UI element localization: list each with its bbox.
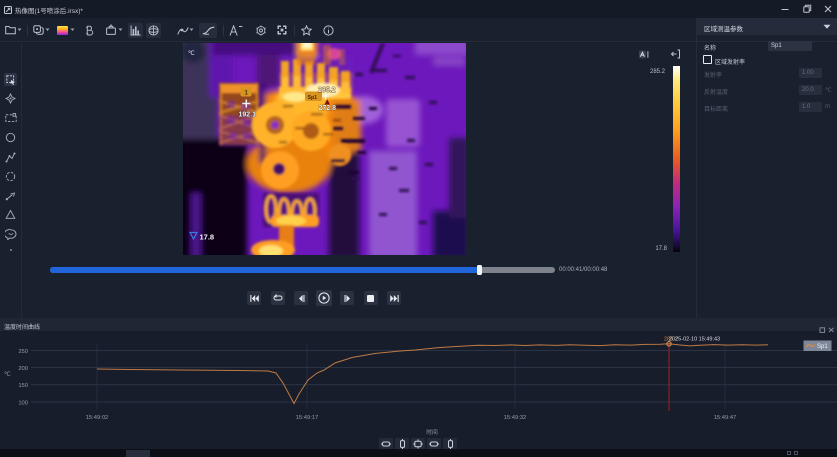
svg-text:2025-02-10 15:49:43: 2025-02-10 15:49:43 bbox=[669, 337, 720, 343]
svg-text:100: 100 bbox=[18, 401, 28, 407]
svg-text:150: 150 bbox=[18, 383, 28, 389]
svg-text:285.2: 285.2 bbox=[318, 87, 336, 94]
svg-text:200: 200 bbox=[18, 366, 28, 372]
svg-text:℃: ℃ bbox=[188, 51, 195, 57]
svg-text:272.8: 272.8 bbox=[319, 105, 337, 112]
svg-text:15:49:17: 15:49:17 bbox=[296, 415, 319, 421]
svg-text:15:49:02: 15:49:02 bbox=[86, 415, 109, 421]
svg-text:17.8: 17.8 bbox=[200, 233, 215, 242]
svg-text:Sp1: Sp1 bbox=[817, 344, 828, 350]
svg-text:Sp1: Sp1 bbox=[308, 95, 318, 101]
svg-text:250: 250 bbox=[18, 349, 28, 355]
svg-text:℃: ℃ bbox=[4, 372, 11, 378]
svg-text:15:49:32: 15:49:32 bbox=[504, 415, 527, 421]
svg-text:时间: 时间 bbox=[426, 428, 438, 436]
svg-text:192.1: 192.1 bbox=[239, 112, 257, 119]
svg-text:15:49:47: 15:49:47 bbox=[714, 415, 737, 421]
